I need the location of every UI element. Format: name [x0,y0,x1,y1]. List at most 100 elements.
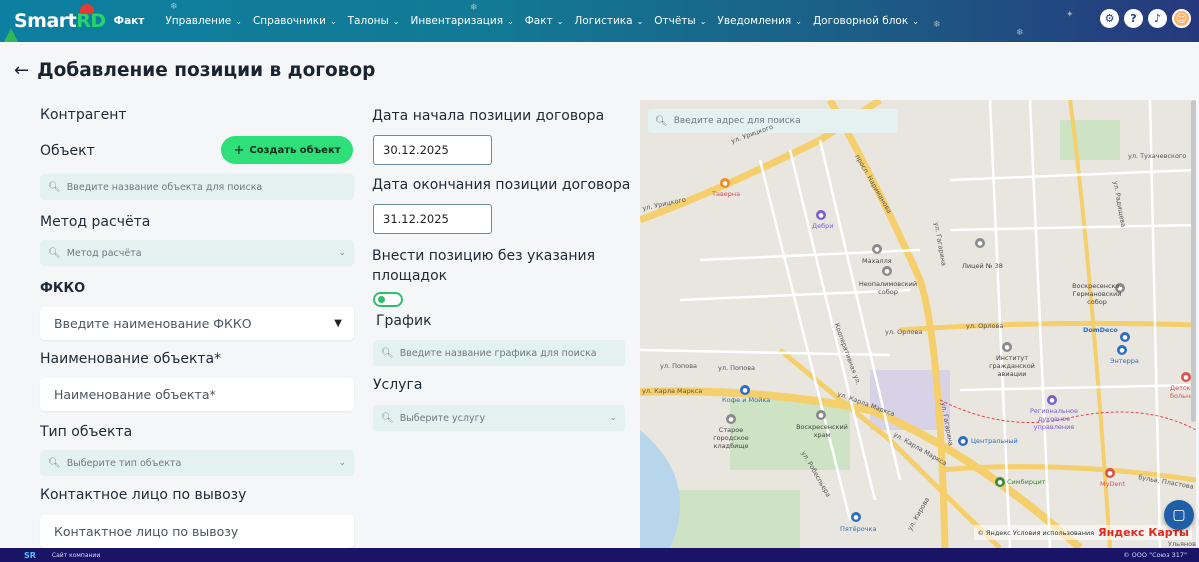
snowflake-decoration: ❄ [1016,28,1024,38]
poi-label: Таверна [712,190,741,198]
top-actions: ⚙ ? ♪ ☺ [1100,9,1191,28]
avatar[interactable]: ☺ [1172,9,1191,28]
poi-marker-icon[interactable]: ● [851,512,861,522]
main-menu: Управление ⌄ Справочники ⌄ Талоны ⌄ Инвентариз… [165,0,930,42]
footer-copyright: © ООО "Союз 317" [1123,551,1187,559]
nav-item[interactable]: Инвентаризация ⌄ [410,15,513,27]
company-site-link[interactable]: Сайт компании [52,552,100,559]
fkko-placeholder: Введите наименование ФККО [54,316,252,331]
fkko-label: ФККО [40,281,86,296]
santa-hat-icon [80,4,94,14]
map-scrollbar[interactable] [1191,100,1196,422]
poi-label: Махалля [862,257,892,265]
poi-marker-icon[interactable]: ● [740,385,750,395]
nav-item[interactable]: Факт ⌄ [525,15,564,27]
footer: SR Сайт компании © ООО "Союз 317" [0,548,1199,562]
app-logo[interactable]: SmartRD Факт [4,0,155,42]
poi-marker-icon[interactable]: ● [816,410,826,420]
map-widget[interactable]: 🔍︎ Введите адрес для поиска ул. Урицкого… [640,100,1196,548]
nav-item[interactable]: Справочники ⌄ [253,15,337,27]
object-name-input[interactable]: Наименование объекта* [40,378,354,411]
start-date-label: Дата начала позиции договора [372,108,605,124]
chat-button[interactable]: ▢ [1164,500,1194,530]
nav-item[interactable]: Отчёты ⌄ [654,15,706,27]
poi-marker-icon[interactable]: ● [726,414,736,424]
end-date-value: 31.12.2025 [383,212,449,226]
service-select[interactable]: 🔍︎ Выберите услугу ⌄ [373,405,625,431]
object-label: Объект [40,143,95,159]
help-icon[interactable]: ? [1124,9,1143,28]
poi-marker-icon[interactable]: ● [1120,332,1130,342]
nav-item-label: Факт [524,15,553,27]
snowflake-decoration: ❄ [170,2,178,12]
page-title: Добавление позиции в договор [37,60,376,81]
chevron-down-icon: ⌄ [699,16,707,26]
street-label: Ульяновск [1168,540,1196,548]
service-placeholder: Выберите услугу [399,412,486,424]
nav-item[interactable]: Уведомления ⌄ [717,15,802,27]
start-date-input[interactable]: 30.12.2025 [373,135,492,165]
poi-marker-icon[interactable]: ● [1105,468,1115,478]
chevron-down-icon: ⌄ [609,413,617,423]
poi-marker-icon[interactable]: ● [872,244,882,254]
poi-label: Институт гражданской авиации [989,354,1035,378]
chevron-down-icon: ⌄ [636,16,644,26]
poi-label: Кофе и Мойка [722,396,771,404]
nav-item-label: Управление [165,15,232,27]
fkko-select[interactable]: Введите наименование ФККО ▼ [40,307,354,340]
end-date-input[interactable]: 31.12.2025 [373,204,492,234]
poi-marker-icon[interactable]: ● [1047,395,1057,405]
nav-item-label: Талоны [347,15,389,27]
poi-marker-icon[interactable]: ● [958,436,968,446]
start-date-value: 30.12.2025 [383,143,449,157]
map-road [899,320,1196,333]
poi-label: Лицей № 38 [962,262,1003,270]
poi-marker-icon[interactable]: ● [720,178,730,188]
top-navigation-bar: ❄ ❄ ❄ ❄ ✦ SmartRD Факт Управление ⌄ Справо… [0,0,1199,42]
poi-marker-icon[interactable]: ● [1002,342,1012,352]
no-sites-toggle[interactable] [373,292,403,307]
object-search-placeholder: Введите название объекта для поиска [66,181,263,193]
search-icon: 🔍︎ [381,412,394,424]
poi-marker-icon[interactable]: ● [1181,372,1191,382]
map-attribution[interactable]: © Яндекс Условия использования Яндекс Ка… [974,525,1192,540]
poi-marker-icon[interactable]: ● [816,210,826,220]
nav-item[interactable]: Талоны ⌄ [348,15,400,27]
calc-method-select[interactable]: 🔍︎ Метод расчёта ⌄ [40,240,354,266]
schedule-search-input[interactable]: 🔍︎ Введите название графика для поиска [373,340,625,366]
street-label: ул. Попова [718,364,756,372]
poi-marker-icon[interactable]: ● [1117,345,1127,355]
poi-marker-icon[interactable]: ● [995,477,1005,487]
poi-label: Пятёрочка [840,525,877,533]
search-icon: 🔍︎ [381,347,394,359]
poi-marker-icon[interactable]: ● [882,266,892,276]
chevron-down-icon: ⌄ [392,16,400,26]
search-icon: 🔍︎ [48,181,61,193]
nav-item-label: Инвентаризация [410,15,504,27]
street-label: ул. Орлова [885,328,923,336]
snowflake-decoration: ❄ [470,3,478,13]
nav-item-label: Договорной блок [812,15,909,27]
nav-item-label: Логистика [574,15,633,27]
poi-label: DomDeco [1083,326,1118,334]
map-credit-text: © Яндекс Условия использования [977,528,1095,537]
object-type-select[interactable]: 🔍︎ Выберите тип объекта ⌄ [40,450,354,476]
search-icon: 🔍︎ [48,247,61,259]
contact-input[interactable]: Контактное лицо по вывозу [40,515,354,548]
snowflake-decoration: ✦ [1066,10,1074,20]
create-object-button[interactable]: + Создать объект [221,136,353,164]
back-arrow-icon[interactable]: ← [14,60,29,81]
chevron-down-icon: ⌄ [329,16,337,26]
nav-item[interactable]: Договорной блок ⌄ [813,15,919,27]
poi-marker-icon[interactable]: ● [975,238,985,248]
nav-item[interactable]: Логистика ⌄ [574,15,643,27]
chevron-down-icon: ⌄ [338,458,346,468]
map-park [1060,120,1120,160]
bell-icon[interactable]: ♪ [1148,9,1167,28]
caret-down-icon: ▼ [334,318,342,329]
poi-label: Центральный [971,437,1018,445]
settings-icon[interactable]: ⚙ [1100,9,1119,28]
object-search-input[interactable]: 🔍︎ Введите название объекта для поиска [40,174,354,200]
poi-label: Старое городское кладбище [713,426,749,450]
nav-item[interactable]: Управление ⌄ [165,15,242,27]
